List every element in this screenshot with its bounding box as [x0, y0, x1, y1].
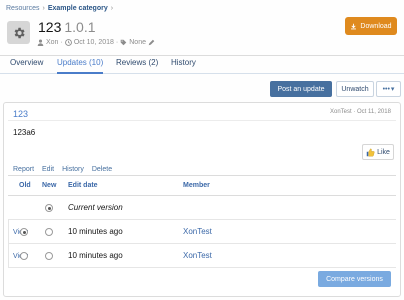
tab-reviews[interactable]: Reviews (2)	[116, 58, 158, 74]
meta-separator: ·	[115, 39, 119, 46]
post-update-button[interactable]: Post an update	[270, 81, 332, 97]
resource-gear-icon	[7, 21, 30, 44]
breadcrumb-separator-icon: ›	[110, 5, 114, 12]
resource-date: Oct 10, 2018	[73, 39, 114, 46]
like-button[interactable]: Like	[362, 144, 394, 160]
update-meta: XonTest · Oct 11, 2018	[330, 109, 391, 115]
table-header: Old New Edit date Member	[8, 175, 396, 196]
thumbs-up-icon	[366, 148, 375, 156]
header-member: Member	[183, 182, 210, 189]
edit-date: 10 minutes ago	[68, 251, 123, 260]
tag-icon	[120, 39, 127, 46]
resource-version: 1.0.1	[64, 19, 96, 35]
clock-icon	[64, 39, 72, 46]
member-link[interactable]: XonTest	[183, 227, 212, 236]
header-edit-date: Edit date	[68, 182, 98, 189]
old-version-radio[interactable]	[20, 252, 28, 260]
page-title: 123 1.0.1	[38, 19, 96, 35]
member-link[interactable]: XonTest	[183, 251, 212, 260]
resource-tags: None	[129, 39, 146, 46]
edit-link[interactable]: Edit	[42, 166, 54, 173]
like-label: Like	[377, 148, 390, 156]
tab-history[interactable]: History	[171, 58, 196, 74]
header-old: Old	[19, 182, 31, 189]
table-row: 10 minutes ago XonTest View	[8, 220, 396, 244]
unwatch-button[interactable]: Unwatch	[336, 81, 374, 97]
more-menu-button[interactable]: ••• ▾	[376, 81, 401, 97]
edit-date: 10 minutes ago	[68, 227, 123, 236]
history-link[interactable]: History	[62, 166, 84, 173]
resource-author[interactable]: Xon	[46, 39, 58, 46]
breadcrumb: Resources › Example category ›	[6, 5, 116, 12]
tab-bar: Overview Updates (10) Reviews (2) Histor…	[0, 55, 404, 74]
update-title[interactable]: 123	[13, 109, 28, 119]
chevron-down-icon: ▾	[390, 86, 395, 93]
gear-icon	[14, 27, 25, 38]
delete-link[interactable]: Delete	[92, 166, 112, 173]
download-label: Download	[360, 22, 392, 30]
compare-versions-button[interactable]: Compare versions	[318, 271, 391, 287]
resource-meta: Xon · Oct 10, 2018 · None	[37, 39, 155, 46]
table-row: 10 minutes ago XonTest View	[8, 244, 396, 268]
old-version-radio[interactable]	[20, 228, 28, 236]
download-icon	[351, 23, 357, 29]
update-body: 123a6	[13, 128, 36, 137]
download-button[interactable]: Download	[345, 17, 397, 35]
meta-separator: ·	[60, 39, 63, 46]
tab-overview[interactable]: Overview	[10, 58, 43, 74]
header-new: New	[42, 182, 57, 189]
new-version-radio[interactable]	[45, 252, 53, 260]
edit-date: Current version	[68, 203, 123, 212]
more-dots-icon: •••	[382, 85, 390, 93]
report-link[interactable]: Report	[13, 166, 34, 173]
tab-updates[interactable]: Updates (10)	[57, 58, 104, 74]
breadcrumb-separator-icon: ›	[42, 5, 45, 12]
new-version-radio[interactable]	[45, 204, 53, 212]
breadcrumb-item-resources[interactable]: Resources	[6, 5, 39, 12]
update-actions: Report Edit History Delete	[13, 166, 120, 173]
user-icon	[37, 39, 44, 46]
breadcrumb-item-category[interactable]: Example category	[48, 5, 108, 12]
divider	[8, 120, 396, 121]
new-version-radio[interactable]	[45, 228, 53, 236]
table-row: Current version	[8, 196, 396, 220]
resource-title: 123	[38, 19, 62, 35]
pencil-icon[interactable]	[148, 39, 155, 46]
